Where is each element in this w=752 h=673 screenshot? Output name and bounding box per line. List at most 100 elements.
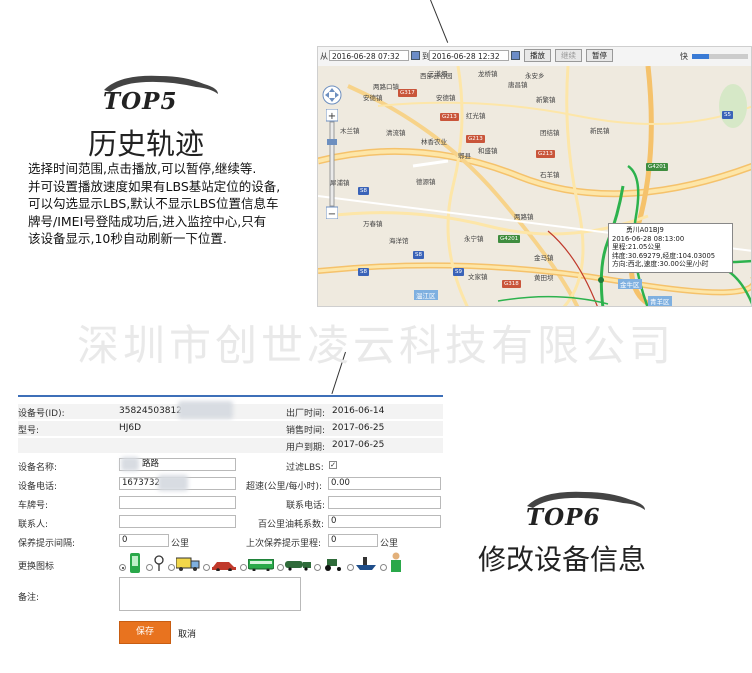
icon-radio-ship[interactable] [347,564,354,571]
icon-radio-tractor[interactable] [314,564,321,571]
from-date-input[interactable]: 2016-06-28 07:32 [329,50,409,61]
highway-shield: G213 [440,113,459,121]
from-label: 从 [320,52,328,61]
svg-text:+: + [328,111,336,122]
model-label: 型号: [18,426,40,436]
map-place-label: 永宁镇 [464,235,484,243]
icon-radio-phone[interactable] [119,564,126,571]
phone-icon [130,553,140,573]
last-mileage-input[interactable]: 0 [328,534,378,547]
contact-phone-input[interactable] [328,496,441,509]
edit-device-title: 修改设备信息 [478,543,647,576]
contact-label: 联系人: [18,520,49,530]
description-line: 选择时间范围,点击播放,可以暂停,继续等. [28,161,257,176]
map-place-label: 木兰镇 [340,127,360,135]
pause-button[interactable]: 暂停 [586,49,613,62]
maintenance-interval-input[interactable]: 0 [119,534,169,547]
contact-input[interactable] [119,515,236,528]
device-name-label: 设备名称: [18,463,58,473]
from-calendar-icon[interactable] [411,51,420,60]
highway-shield: S9 [453,268,464,276]
history-map-panel[interactable]: 从 2016-06-28 07:32 到 2016-06-28 12:32 播放… [317,46,752,307]
map-place-label: 龙桥镇 [478,70,498,78]
map-place-label: 海洋馆 [389,237,409,245]
icon-radio-bus[interactable] [240,564,247,571]
map-pan-control[interactable] [322,85,342,109]
map-toolbar: 从 2016-06-28 07:32 到 2016-06-28 12:32 播放… [318,47,751,67]
speed-slider[interactable] [692,54,748,59]
map-place-label: 犀浦镇 [330,179,350,187]
map-place-label: 西部云谷园 [420,72,453,80]
svg-text:−: − [328,209,336,219]
map-place-label: 安德镇 [436,94,456,102]
icon-radio-car[interactable] [203,564,210,571]
highway-shield: G4201 [498,235,521,243]
expire-label: 用户到期: [286,443,326,453]
speed-slider-fill [692,54,709,59]
zoom-slider-icon[interactable]: + − [325,108,339,220]
vehicle-info-window: 勇川A01BJ9 2016-06-28 08:13:00 里程:21.05公里 … [608,223,733,273]
map-place-label: 团结镇 [540,129,560,137]
map-place-label: 两路口镇 [373,83,399,91]
map-zoom-control[interactable]: + − [325,108,339,220]
map-place-label: 温江区 [414,290,438,300]
play-button[interactable]: 播放 [524,49,551,62]
top6-logo: TOP6 [523,486,653,536]
last-mileage-label: 上次保养提示里程: [246,539,322,549]
device-id-value: 35824503812 [119,406,182,416]
cancel-link[interactable]: 取消 [178,627,196,640]
remark-label: 备注: [18,593,40,603]
sale-time-value: 2017-06-25 [332,423,385,433]
map-place-label: 新民镇 [590,127,610,135]
icon-radio-person[interactable] [380,564,387,571]
continue-button[interactable]: 继续 [555,49,582,62]
map-place-label: 清流镇 [386,129,406,137]
map-place-label: 金马镇 [534,254,554,262]
pan-arrows-icon[interactable] [322,85,342,105]
person-icon [391,552,401,572]
save-button[interactable]: 保存 [119,621,171,644]
last-mileage-unit: 公里 [380,539,399,549]
highway-shield: G318 [502,280,521,288]
description-line: 并可设置播放速度如果有LBS基站定位的设备, [28,178,281,194]
icon-radio-truck[interactable] [168,564,175,571]
map-place-label: 金牛区 [618,279,642,289]
factory-time-value: 2016-06-14 [332,406,385,416]
truck-icon [176,557,200,571]
remark-textarea[interactable] [119,577,301,611]
plate-input[interactable] [119,496,236,509]
device-name-blur [121,457,139,471]
change-icon-label: 更换图标 [18,562,55,572]
map-place-label: 黄田坝 [534,274,554,282]
info-mileage: 里程:21.05公里 [612,243,661,252]
expire-value: 2017-06-25 [332,440,385,450]
factory-time-label: 出厂时间: [286,409,326,419]
highway-shield: S8 [413,251,424,259]
ship-icon [356,557,376,570]
to-date-input[interactable]: 2016-06-28 12:32 [429,50,509,61]
history-track-title: 历史轨迹 [88,127,205,161]
filter-lbs-checkbox[interactable]: ✓ [329,461,337,469]
map-place-label: 万春镇 [363,220,383,228]
fuel-input[interactable]: 0 [328,515,441,528]
device-phone-blur [158,475,188,491]
filter-lbs-label: 过滤LBS: [286,463,324,473]
map-place-label: 红光镇 [466,112,486,120]
form-top-bar [18,395,443,397]
map-place-label: 永安乡 [525,72,545,80]
model-value: HJ6D [119,423,142,433]
sale-time-label: 销售时间: [286,426,326,436]
maintenance-interval-label: 保养提示间隔: [18,539,76,549]
highway-shield: S5 [722,111,733,119]
icon-radio-tanker[interactable] [277,564,284,571]
tanker-icon [285,561,311,571]
device-phone-label: 设备电话: [18,482,58,492]
to-calendar-icon[interactable] [511,51,520,60]
description-line: 该设备显示,10秒自动刷新一下位置. [28,231,227,246]
description-line: 可以勾选显示LBS,默认不显示LBS位置信息车 [28,196,279,211]
device-id-blur [178,401,233,419]
highway-shield: G213 [466,135,485,143]
overspeed-label: 超速(公里/每小时): [246,482,323,492]
icon-radio-pin[interactable] [146,564,153,571]
overspeed-input[interactable]: 0.00 [328,477,441,490]
